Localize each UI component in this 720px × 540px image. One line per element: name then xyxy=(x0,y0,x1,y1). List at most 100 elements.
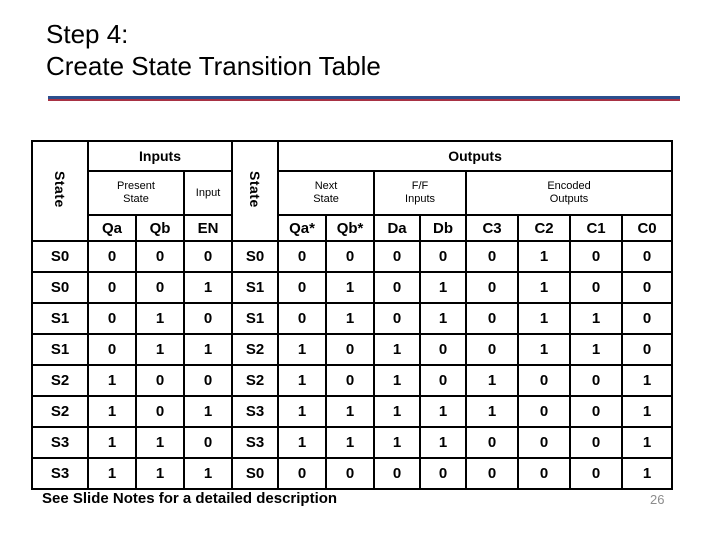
header-present-state-line-2: State xyxy=(123,193,149,205)
cell-c3: 0 xyxy=(465,271,520,304)
cell-qa: 1 xyxy=(87,395,137,428)
cell-next-state: S2 xyxy=(231,364,280,397)
cell-qb: 0 xyxy=(135,271,185,304)
column-header-en: EN xyxy=(182,214,234,242)
cell-state: S1 xyxy=(31,302,89,335)
table-body: S0 0 0 0 S0 0 0 0 0 0 1 0 0 S0 0 0 1 S1 0 1 0 1 0 1 0 0 S1 0 1 0 S1 0 1 0… xyxy=(31,240,674,490)
title-divider xyxy=(48,96,680,102)
cell-state: S0 xyxy=(31,240,89,273)
cell-c1: 1 xyxy=(569,333,624,366)
cell-da: 1 xyxy=(373,426,422,459)
cell-db: 1 xyxy=(419,302,468,335)
table-row: S2 1 0 1 S3 1 1 1 1 1 0 0 1 xyxy=(31,395,674,428)
table-row: S3 1 1 1 S0 0 0 0 0 0 0 0 1 xyxy=(31,457,674,490)
cell-qb-next: 1 xyxy=(325,271,376,304)
cell-qb: 1 xyxy=(135,457,185,490)
column-header-db: Db xyxy=(419,214,468,242)
cell-state: S3 xyxy=(31,426,89,459)
cell-db: 0 xyxy=(419,364,468,397)
cell-db: 0 xyxy=(419,333,468,366)
header-ff-inputs-line-1: F/F xyxy=(411,180,429,192)
cell-c1: 0 xyxy=(569,395,624,428)
column-header-qb: Qb xyxy=(135,214,185,242)
cell-db: 1 xyxy=(419,271,468,304)
cell-c1: 0 xyxy=(569,426,624,459)
cell-qb-next: 0 xyxy=(325,240,376,273)
column-header-c3: C3 xyxy=(465,214,520,242)
cell-da: 1 xyxy=(373,395,422,428)
cell-en: 1 xyxy=(182,271,234,304)
cell-qa-next: 1 xyxy=(277,333,328,366)
cell-en: 0 xyxy=(182,240,234,273)
cell-c2: 0 xyxy=(517,364,572,397)
header-next-state: Next State xyxy=(277,170,376,216)
cell-qa: 0 xyxy=(87,240,137,273)
column-header-c0: C0 xyxy=(621,214,674,242)
cell-state: S2 xyxy=(31,395,89,428)
header-present-state: Present State xyxy=(87,170,185,216)
table-row: S0 0 0 1 S1 0 1 0 1 0 1 0 0 xyxy=(31,271,674,304)
cell-qb-next: 1 xyxy=(325,395,376,428)
cell-da: 0 xyxy=(373,271,422,304)
header-row-groups: State Inputs State Outputs xyxy=(31,140,674,242)
header-present-state-line-1: Present xyxy=(117,180,155,192)
cell-c0: 0 xyxy=(621,333,674,366)
state-transition-table-wrapper: State Inputs State Outputs Present State… xyxy=(31,140,674,490)
cell-qb-next: 0 xyxy=(325,364,376,397)
cell-da: 1 xyxy=(373,333,422,366)
cell-qa: 1 xyxy=(87,457,137,490)
cell-c3: 0 xyxy=(465,457,520,490)
cell-en: 0 xyxy=(182,364,234,397)
cell-en: 1 xyxy=(182,457,234,490)
cell-c1: 0 xyxy=(569,364,624,397)
header-state-right: State xyxy=(231,140,280,242)
table-row: S3 1 1 0 S3 1 1 1 1 0 0 0 1 xyxy=(31,426,674,459)
cell-en: 1 xyxy=(182,395,234,428)
footer-note: See Slide Notes for a detailed descripti… xyxy=(42,490,338,507)
header-input: Input xyxy=(182,170,234,216)
cell-c3: 0 xyxy=(465,240,520,273)
cell-c0: 0 xyxy=(621,302,674,335)
cell-qa: 1 xyxy=(87,426,137,459)
header-row-subgroups: Present State Input Next State F/F Input… xyxy=(32,170,674,216)
cell-qa: 0 xyxy=(87,271,137,304)
cell-next-state: S3 xyxy=(231,426,280,459)
cell-next-state: S2 xyxy=(231,333,280,366)
cell-c0: 0 xyxy=(621,240,674,273)
page-number: 26 xyxy=(650,492,665,507)
cell-c2: 0 xyxy=(517,457,572,490)
column-header-c2: C2 xyxy=(517,214,572,242)
column-header-qa-next: Qa* xyxy=(277,214,328,242)
cell-c1: 0 xyxy=(569,457,624,490)
cell-c2: 1 xyxy=(517,240,572,273)
table-row: S0 0 0 0 S0 0 0 0 0 0 1 0 0 xyxy=(31,240,674,273)
cell-c1: 1 xyxy=(569,302,624,335)
cell-db: 0 xyxy=(419,240,468,273)
cell-state: S0 xyxy=(31,271,89,304)
table-header: State Inputs State Outputs Present State… xyxy=(31,140,674,242)
cell-en: 1 xyxy=(182,333,234,366)
cell-c0: 1 xyxy=(621,426,674,459)
cell-c2: 1 xyxy=(517,271,572,304)
header-state-left: State xyxy=(31,140,89,242)
cell-qa: 0 xyxy=(87,333,137,366)
column-header-da: Da xyxy=(373,214,422,242)
cell-qb-next: 0 xyxy=(325,333,376,366)
cell-qa-next: 0 xyxy=(277,240,328,273)
header-state-right-label: State xyxy=(247,171,264,208)
header-state-left-label: State xyxy=(52,171,68,208)
cell-qa-next: 1 xyxy=(277,395,328,428)
cell-qb: 0 xyxy=(135,395,185,428)
cell-c2: 1 xyxy=(517,302,572,335)
cell-c3: 1 xyxy=(465,395,520,428)
cell-qb: 0 xyxy=(135,240,185,273)
cell-c1: 0 xyxy=(569,271,624,304)
cell-da: 0 xyxy=(373,302,422,335)
cell-next-state: S3 xyxy=(231,395,280,428)
cell-c0: 1 xyxy=(621,364,674,397)
header-encoded-outputs-line-2: Outputs xyxy=(549,193,589,205)
cell-c0: 1 xyxy=(621,395,674,428)
cell-qa: 1 xyxy=(87,364,137,397)
cell-next-state: S1 xyxy=(231,302,280,335)
cell-state: S3 xyxy=(31,457,89,490)
